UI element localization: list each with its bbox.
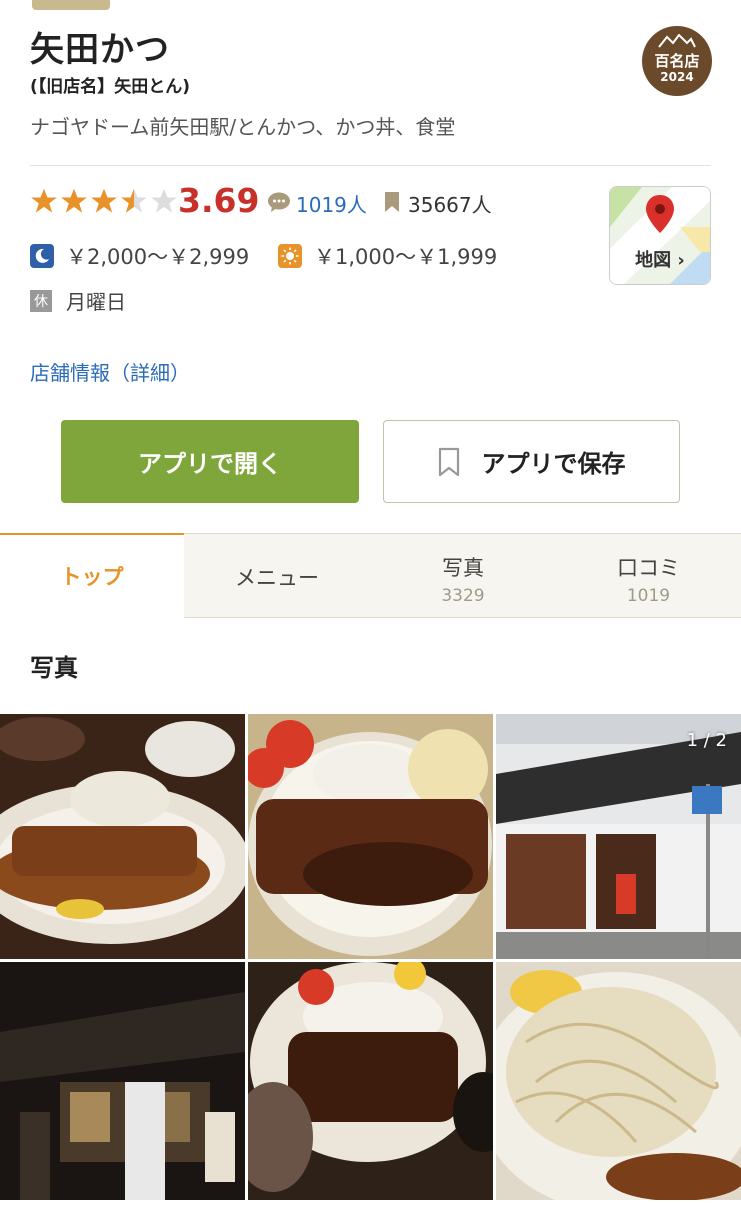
- tab-top[interactable]: トップ: [0, 533, 184, 618]
- half-star-icon: [121, 188, 147, 213]
- holiday-icon: 休: [30, 289, 52, 312]
- shop-genre: ナゴヤドーム前矢田駅/とんかつ、かつ丼、食堂: [30, 115, 456, 139]
- photos-section-title: 写真: [30, 654, 78, 682]
- star-icon: [31, 188, 57, 213]
- tab-label: 写真: [442, 556, 484, 580]
- map-button[interactable]: 地図 ›: [609, 186, 711, 285]
- tab-label: トップ: [60, 565, 124, 589]
- empty-star-icon: [151, 188, 177, 213]
- tab-label: メニュー: [235, 566, 319, 590]
- photo-pager: 1 / 2: [686, 730, 727, 751]
- tab-bar: トップ メニュー 写真 3329 口コミ 1019: [0, 533, 741, 618]
- shop-detail-link[interactable]: 店舗情報（詳細）: [30, 357, 190, 386]
- dinner-price: ￥2,000～￥2,999: [30, 241, 249, 271]
- tab-count: 1019: [626, 586, 671, 606]
- tab-label: 口コミ: [617, 556, 680, 580]
- save-in-app-label: アプリで保存: [481, 450, 626, 478]
- badge-title: 百名店: [654, 52, 700, 70]
- badge-year: 2024: [660, 70, 694, 84]
- speech-bubble-icon: [268, 192, 290, 212]
- photo-night-storefront[interactable]: [0, 962, 245, 1207]
- star-icon: [61, 188, 87, 213]
- review-count-link[interactable]: 1019人: [296, 189, 367, 218]
- hyakumeiten-badge: 百名店 2024: [642, 26, 712, 96]
- lunch-price: ￥1,000～￥1,999: [278, 241, 497, 271]
- tab-photos[interactable]: 写真 3329: [370, 534, 556, 617]
- star-icon: [91, 188, 117, 213]
- moon-icon: [30, 244, 54, 268]
- dinner-price-text: ￥2,000～￥2,999: [66, 245, 250, 269]
- photo-pasta-salad[interactable]: [496, 962, 741, 1207]
- map-label: 地図 ›: [635, 250, 685, 271]
- bookmark-outline-icon: [438, 447, 459, 476]
- sun-icon: [278, 244, 302, 268]
- lunch-price-text: ￥1,000～￥1,999: [314, 245, 498, 269]
- shop-name: 矢田かつ: [30, 30, 170, 70]
- star-rating: [30, 187, 178, 215]
- tab-count: 3329: [441, 586, 485, 606]
- save-count: 35667人: [408, 193, 492, 217]
- holiday-text: 月曜日: [66, 290, 126, 314]
- tab-reviews[interactable]: 口コミ 1019: [556, 534, 741, 617]
- rating-score: 3.69: [178, 181, 260, 220]
- photo-miso-katsu[interactable]: [248, 714, 493, 959]
- open-in-app-button[interactable]: アプリで開く: [61, 420, 359, 503]
- photo-katsu-set[interactable]: [248, 962, 493, 1207]
- photo-tonkatsu-plate[interactable]: [0, 714, 245, 959]
- save-in-app-button[interactable]: アプリで保存: [383, 420, 680, 503]
- divider: [30, 165, 711, 166]
- top-tag: [32, 0, 110, 10]
- tab-menu[interactable]: メニュー: [184, 534, 370, 617]
- old-shop-name: (【旧店名】矢田とん): [30, 77, 191, 97]
- regular-holiday: 休 月曜日: [30, 286, 126, 315]
- bookmark-icon: [385, 192, 399, 212]
- mountain-icon: [658, 34, 696, 48]
